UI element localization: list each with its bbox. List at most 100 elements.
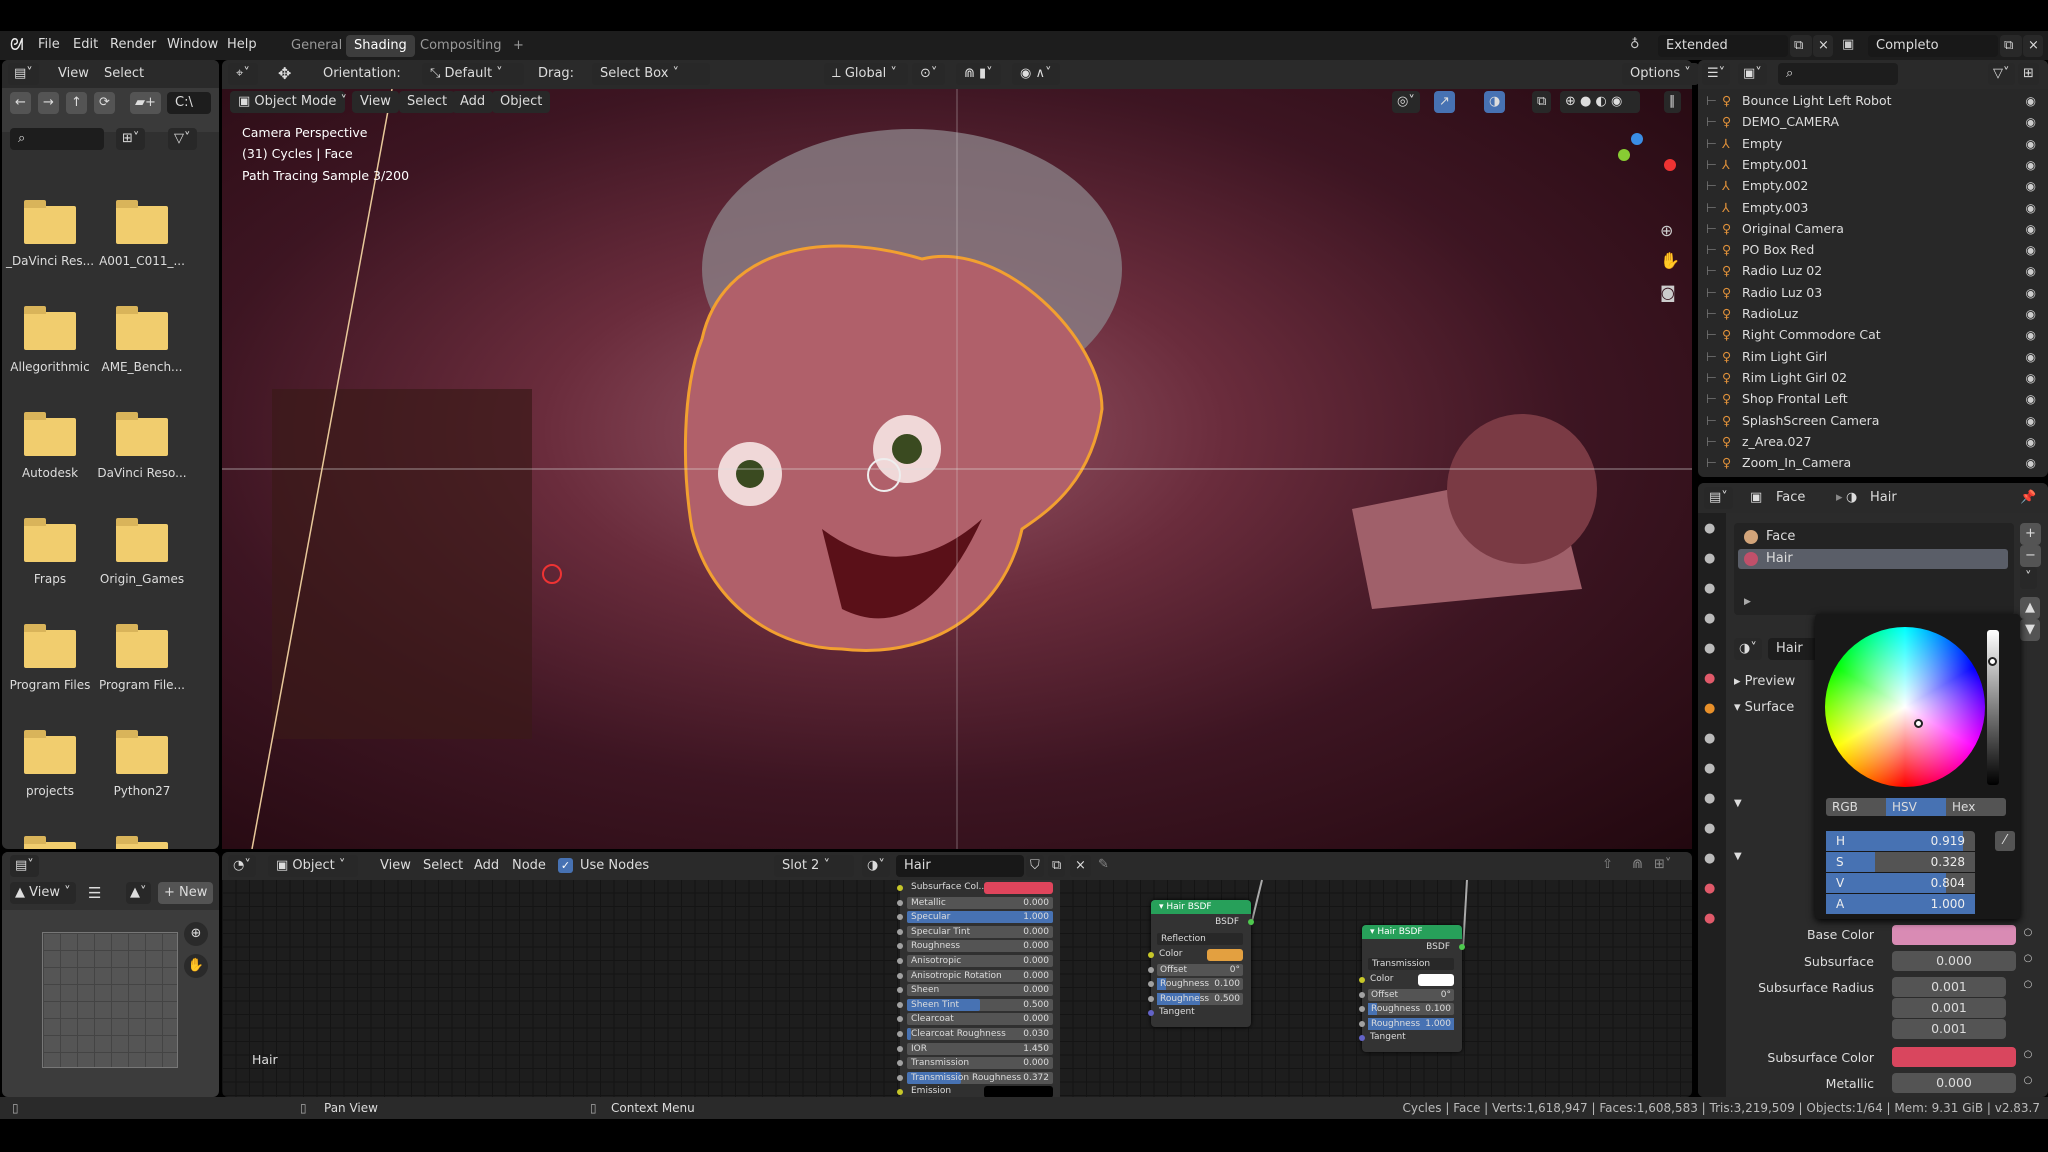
eye-icon[interactable]: ◉ [2026,389,2036,409]
pan-hand-icon[interactable]: ✋ [1660,251,1680,270]
input-socket[interactable] [1148,952,1154,958]
file-search-input[interactable]: ⌕ [10,128,104,150]
a-slider[interactable]: A 1.000 [1826,894,1975,914]
mode-dropdown[interactable]: ▣ Object Mode ˅ [230,91,347,113]
outliner-item[interactable]: ⊢ ♀ DEMO_CAMERA ◉ [1698,112,2048,132]
pause-render-icon[interactable]: ∥ [1664,91,1681,113]
hair-bsdf-node[interactable]: ▾ Hair BSDF BSDF Transmission Color Offset 0°… [1359,925,1465,1052]
display-mode-icon[interactable]: ▣˅ [1738,63,1767,85]
menu-help[interactable]: Help [227,34,257,56]
output-socket[interactable] [1459,944,1465,950]
camera-view-icon[interactable]: ◙ [1660,283,1676,302]
menu-render[interactable]: Render [110,34,156,56]
new-view-layer-icon[interactable]: ⧉ [2000,35,2022,57]
folder-item[interactable]: projects [4,720,96,820]
component-dropdown[interactable]: Transmission [1368,958,1454,970]
panel-surface[interactable]: ▾ Surface [1734,700,1794,715]
eye-icon[interactable]: ◉ [2026,304,2036,324]
particles-icon[interactable]: ● [1704,761,1715,776]
move-up-icon[interactable]: ▲ [2020,597,2040,619]
add-slot-icon[interactable]: + [2020,523,2041,545]
folder-item[interactable]: Origin_Games [96,508,188,608]
back-icon[interactable]: ← [10,92,31,114]
folder-item[interactable]: DaVinci Reso... [96,402,188,502]
outliner-editor-icon[interactable]: ☰˅ [1702,63,1731,85]
folder-item[interactable]: A001_C011_... [96,190,188,290]
link-socket-icon[interactable]: ○ [2020,979,2036,995]
outliner-item[interactable]: ⊢ ♀ Right Commodore Cat ◉ [1698,325,2048,345]
menu-window[interactable]: Window [167,34,218,56]
folder-item[interactable]: Program File... [96,614,188,714]
outliner-item[interactable]: ⊢ ♀ Zoom_In_Camera ◉ [1698,453,2048,473]
outliner-filter-icon[interactable]: ▽˅ [1988,63,2015,85]
expand-icon[interactable]: ▶ [1744,597,1751,607]
tab-shading[interactable]: Shading [346,35,415,57]
image-view-menu[interactable]: ▲ View ˅ [10,882,76,904]
outliner-item[interactable]: ⊢ ♀ Radio Luz 02 ◉ [1698,261,2048,281]
pivot-icon[interactable]: ⊙˅ [912,63,946,85]
link-socket-icon[interactable]: ○ [2020,927,2036,943]
node-value-field[interactable]: Anisotropic 0.000 [907,955,1053,967]
tool-icon[interactable]: ● [1704,521,1715,536]
folder-item[interactable]: Allegorithmic [4,296,96,396]
path-field[interactable]: C:\ [167,92,211,114]
menu-edit[interactable]: Edit [73,34,98,56]
pin-icon[interactable]: 📌 [2020,490,2036,505]
scene-icon[interactable]: ● [1704,641,1715,656]
node-value-field[interactable]: Anisotropic Rotation 0.000 [907,969,1053,982]
link-socket-icon[interactable]: ○ [2020,1049,2036,1065]
transform-orientation-dropdown[interactable]: ⟂ Global ˅ [824,63,908,85]
node-value-field[interactable]: Clearcoat 0.000 [907,1013,1053,1026]
blender-logo-icon[interactable]: ᘛ [10,35,24,55]
new-folder-icon[interactable]: ▰+ [130,92,161,114]
xray-icon[interactable]: ⧉ [1532,91,1552,113]
viewport-3d[interactable]: ▣ Object Mode ˅ View Select Add Object C… [222,89,1692,849]
input-socket[interactable] [897,1031,903,1037]
outliner-item[interactable]: ⊢ ♀ PO Box Red ◉ [1698,240,2048,260]
base-color-swatch[interactable] [1892,925,2016,945]
view-layer-icon[interactable]: ▣ [1842,37,1854,52]
node-value-field[interactable]: Roughness 0.100 [1157,978,1243,991]
subsurface-color-swatch[interactable] [1892,1047,2016,1067]
menu-select[interactable]: Select [104,63,144,85]
color-wheel-cursor[interactable] [1914,719,1923,728]
input-socket[interactable] [1359,1035,1365,1042]
eye-icon[interactable]: ◉ [2026,240,2036,260]
hair-bsdf-node[interactable]: ▾ Hair BSDF BSDF Reflection Color Offset 0° Ro… [1148,900,1254,1027]
eye-icon[interactable]: ◉ [2026,432,2036,452]
image-zoom-icon[interactable]: ⊕ [184,922,208,946]
hamburger-menu-icon[interactable]: ☰ [88,884,101,902]
new-scene-icon[interactable]: ⧉ [1790,35,1812,57]
input-socket[interactable] [897,1074,903,1081]
node-title[interactable]: ▾ Hair BSDF [1151,900,1251,914]
eye-icon[interactable]: ◉ [2026,411,2036,431]
subsurface-radius-z[interactable]: 0.001 [1892,1019,2006,1039]
snap-icon[interactable]: ⋒ ▮˅ [956,63,1001,85]
link-socket-icon[interactable]: ○ [2020,953,2036,969]
input-socket[interactable] [897,958,903,964]
node-value-field[interactable]: Sheen Tint 0.500 [907,998,1053,1011]
physics-icon[interactable]: ● [1704,791,1715,806]
subsurface-radius-x[interactable]: 0.001 [1892,977,2006,997]
v-slider[interactable]: V 0.804 [1826,873,1975,893]
input-socket[interactable] [897,899,903,906]
input-socket[interactable] [897,1001,903,1008]
eyedropper-icon[interactable]: ⁄ [1995,831,2015,851]
editor-type-icon[interactable]: ▤˅ [8,63,39,85]
object-icon[interactable]: ● [1704,701,1715,716]
add-workspace-button[interactable]: + [505,35,532,57]
input-socket[interactable] [897,1045,903,1052]
constraints-icon[interactable]: ● [1704,821,1715,836]
input-socket[interactable] [1148,1010,1154,1017]
outliner-search-input[interactable]: ⌕ [1778,63,1898,85]
node-value-field[interactable]: Offset 0° [1368,988,1454,1001]
folder-item[interactable]: Fraps [4,508,96,608]
outliner-item[interactable]: ⊢ ♀ Bounce Light Left Robot ◉ [1698,91,2048,111]
viewport-menu-add[interactable]: Add [452,91,494,113]
refresh-icon[interactable]: ⟳ [94,92,115,114]
node-value-field[interactable]: Clearcoat Roughness 0.030 [907,1028,1053,1040]
tab-general[interactable]: General [283,35,350,57]
panel-preview[interactable]: ▸ Preview [1734,674,1795,689]
subsurface-field[interactable]: 0.000 [1892,951,2016,971]
menu-view[interactable]: View [58,63,89,85]
